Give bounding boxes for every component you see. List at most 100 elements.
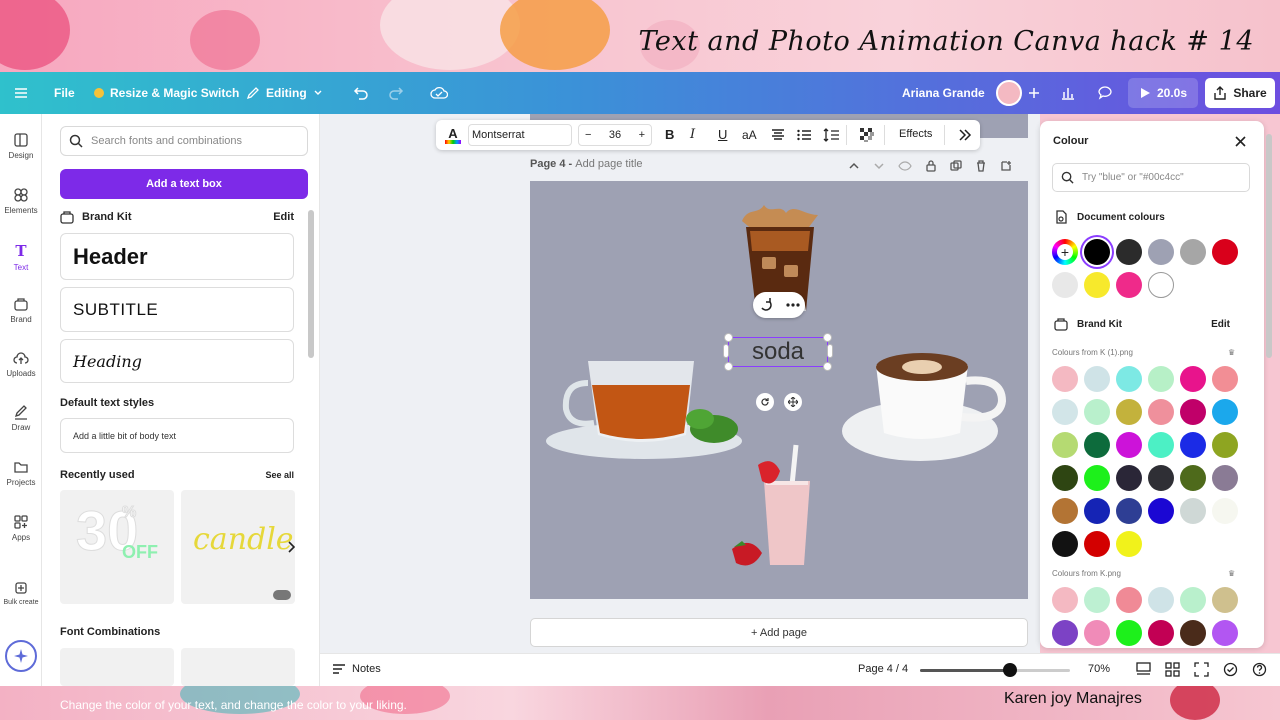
present-button[interactable]: 20.0s — [1128, 78, 1198, 108]
colour-swatch[interactable] — [1084, 531, 1110, 557]
chevron-up-icon[interactable] — [848, 160, 860, 172]
cloud-save-status[interactable] — [430, 72, 448, 114]
coffee-cup-image[interactable] — [842, 351, 1010, 463]
add-page-icon[interactable] — [1000, 160, 1012, 172]
bold-icon[interactable]: B — [665, 127, 674, 142]
check-circle-icon[interactable] — [1223, 662, 1238, 677]
letter-case-icon[interactable]: aA — [742, 128, 757, 142]
colour-swatch[interactable] — [1084, 498, 1110, 524]
add-collaborator-button[interactable] — [1028, 72, 1040, 114]
rail-text[interactable]: T Text — [0, 242, 42, 272]
colour-swatch[interactable] — [1180, 432, 1206, 458]
rotate-handle[interactable] — [756, 393, 774, 411]
zoom-slider[interactable] — [920, 663, 1070, 677]
rail-elements[interactable]: Elements — [0, 187, 42, 215]
resize-handle[interactable] — [724, 333, 733, 342]
colour-swatch[interactable] — [1052, 498, 1078, 524]
colour-swatch[interactable] — [1148, 366, 1174, 392]
colour-swatch[interactable] — [1084, 587, 1110, 613]
colour-swatch[interactable] — [1148, 399, 1174, 425]
colour-swatch[interactable] — [1052, 587, 1078, 613]
body-text-card[interactable]: Add a little bit of body text — [60, 418, 294, 453]
magic-edit-icon[interactable] — [759, 297, 775, 313]
resize-handle[interactable] — [823, 333, 832, 342]
font-size-value[interactable]: 36 — [609, 129, 621, 141]
colour-swatch[interactable] — [1212, 465, 1238, 491]
colour-swatch[interactable] — [1148, 465, 1174, 491]
colour-swatch[interactable] — [1116, 272, 1142, 298]
colour-swatch[interactable] — [1180, 366, 1206, 392]
page-indicator[interactable]: Page 4 / 4 — [858, 663, 908, 675]
colour-search-input[interactable]: Try "blue" or "#00c4cc" — [1052, 163, 1250, 192]
transparency-icon[interactable] — [860, 128, 874, 142]
colour-swatch[interactable] — [1084, 239, 1110, 265]
colour-swatch[interactable] — [1116, 531, 1142, 557]
page-title-input[interactable]: Add page title — [575, 158, 642, 170]
close-icon[interactable] — [1235, 136, 1246, 147]
editing-dropdown[interactable]: Editing — [246, 72, 323, 114]
add-page-button[interactable]: + Add page — [530, 618, 1028, 647]
redo-button[interactable] — [388, 72, 404, 114]
hide-eye-icon[interactable] — [898, 160, 912, 172]
colour-swatch[interactable] — [1148, 239, 1174, 265]
insights-button[interactable] — [1060, 72, 1076, 114]
colour-swatch[interactable] — [1084, 272, 1110, 298]
line-spacing-icon[interactable] — [823, 128, 839, 142]
colour-swatch[interactable] — [1116, 366, 1142, 392]
colour-swatch[interactable] — [1212, 432, 1238, 458]
rail-uploads[interactable]: Uploads — [0, 350, 42, 378]
undo-button[interactable] — [353, 72, 369, 114]
colour-swatch[interactable] — [1052, 272, 1078, 298]
resize-magic-switch-button[interactable]: Resize & Magic Switch — [94, 72, 239, 114]
increase-size-icon[interactable]: + — [639, 129, 645, 141]
resize-handle[interactable] — [827, 344, 833, 358]
heading-style-card[interactable]: Heading — [60, 339, 294, 383]
page-view-icon[interactable] — [1136, 662, 1151, 677]
resize-handle[interactable] — [724, 362, 733, 371]
double-chevron-right-icon[interactable] — [958, 129, 972, 141]
font-combination-card[interactable] — [60, 648, 174, 686]
header-style-card[interactable]: Header — [60, 233, 294, 280]
colour-swatch[interactable] — [1180, 465, 1206, 491]
carousel-next-button[interactable] — [283, 535, 299, 559]
colour-swatch[interactable] — [1116, 465, 1142, 491]
chevron-down-icon[interactable] — [873, 160, 885, 172]
rail-bulk-create[interactable]: Bulk create — [0, 580, 42, 606]
colour-swatch[interactable] — [1084, 399, 1110, 425]
panel-scrollbar[interactable] — [308, 210, 314, 358]
colour-swatch[interactable] — [1052, 366, 1078, 392]
magic-button[interactable] — [5, 640, 37, 672]
colour-swatch[interactable] — [1052, 465, 1078, 491]
design-page[interactable]: soda — [530, 181, 1028, 599]
avatar[interactable] — [996, 72, 1022, 114]
rail-design[interactable]: Design — [0, 132, 42, 160]
colour-swatch[interactable] — [1052, 399, 1078, 425]
effects-button[interactable]: Effects — [899, 128, 932, 140]
rail-projects[interactable]: Projects — [0, 459, 42, 487]
recent-template-30-off[interactable]: 30 % OFF — [60, 490, 174, 604]
colour-brand-kit-edit-link[interactable]: Edit — [1211, 319, 1230, 330]
comments-button[interactable] — [1097, 72, 1113, 114]
font-size-stepper[interactable]: − 36 + — [578, 124, 652, 146]
colour-swatch[interactable] — [1116, 587, 1142, 613]
share-button[interactable]: Share — [1205, 78, 1275, 108]
help-icon[interactable] — [1252, 662, 1267, 677]
bullet-list-icon[interactable] — [797, 129, 811, 141]
colour-swatch[interactable] — [1212, 239, 1238, 265]
colour-swatch[interactable] — [1148, 498, 1174, 524]
subtitle-style-card[interactable]: SUBTITLE — [60, 287, 294, 332]
duplicate-icon[interactable] — [950, 160, 962, 172]
more-options-icon[interactable] — [785, 303, 800, 307]
resize-handle[interactable] — [723, 344, 729, 358]
recent-template-candle[interactable]: candle — [181, 490, 295, 604]
colour-swatch[interactable] — [1180, 498, 1206, 524]
colour-swatch[interactable] — [1148, 432, 1174, 458]
menu-button[interactable] — [14, 72, 28, 114]
colour-swatch[interactable] — [1148, 587, 1174, 613]
resize-handle[interactable] — [823, 362, 832, 371]
colour-swatch[interactable] — [1148, 272, 1174, 298]
lock-icon[interactable] — [925, 160, 937, 172]
colour-swatch[interactable] — [1180, 399, 1206, 425]
colour-swatch[interactable] — [1180, 620, 1206, 646]
see-all-link[interactable]: See all — [265, 470, 294, 480]
